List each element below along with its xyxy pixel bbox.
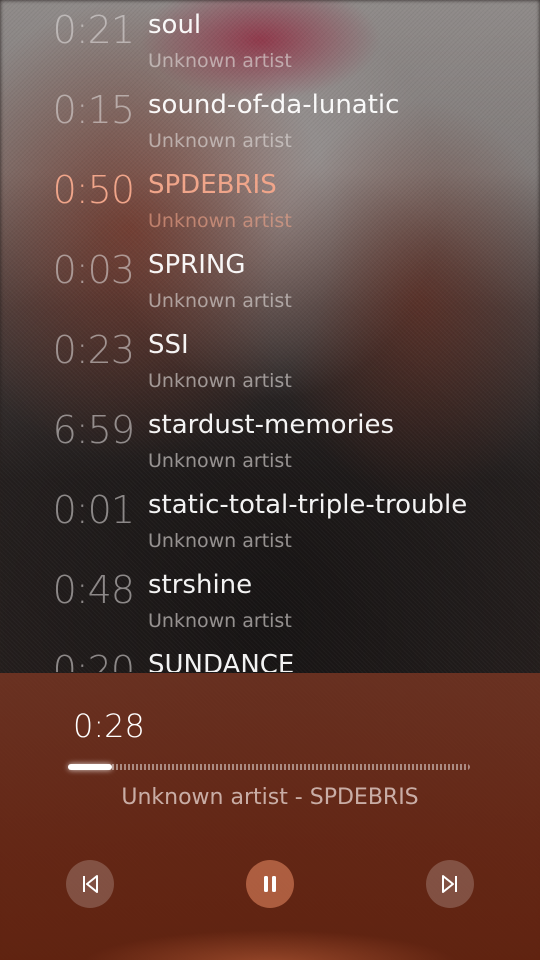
pause-icon [264, 876, 276, 892]
player-panel: 0:28 Unknown artist - SPDEBRIS [0, 673, 540, 960]
track-artist: Unknown artist [148, 50, 292, 72]
track-title: sound-of-da-lunatic [148, 90, 400, 120]
track-duration: 0:23 [52, 328, 135, 372]
progress-fill [68, 764, 113, 770]
track-title: stardust-memories [148, 410, 395, 440]
track-duration: 6:59 [52, 408, 135, 452]
media-player-screen: 0:21 soul Unknown artist 0:15 sound-of-d… [0, 0, 540, 960]
track-row[interactable]: 0:01 static-total-triple-trouble Unknown… [0, 472, 540, 552]
track-title: SUNDANCE [148, 650, 295, 672]
track-title: SSI [148, 330, 189, 360]
track-title: soul [148, 10, 202, 40]
elapsed-time: 0:28 [73, 707, 145, 745]
track-artist: Unknown artist [148, 370, 292, 392]
track-artist: Unknown artist [148, 290, 292, 312]
track-duration: 0:50 [52, 168, 135, 212]
track-list[interactable]: 0:21 soul Unknown artist 0:15 sound-of-d… [0, 0, 540, 672]
pause-button[interactable] [246, 860, 294, 908]
track-row[interactable]: 0:23 SSI Unknown artist [0, 312, 540, 392]
track-row[interactable]: 0:15 sound-of-da-lunatic Unknown artist [0, 72, 540, 152]
track-artist: Unknown artist [148, 610, 292, 632]
previous-button[interactable] [66, 860, 114, 908]
next-button[interactable] [426, 860, 474, 908]
track-row[interactable]: 0:03 SPRING Unknown artist [0, 232, 540, 312]
track-row[interactable]: 0:20 SUNDANCE [0, 632, 540, 672]
now-playing-label: Unknown artist - SPDEBRIS [121, 785, 419, 810]
track-artist: Unknown artist [148, 130, 292, 152]
track-row[interactable]: 6:59 stardust-memories Unknown artist [0, 392, 540, 472]
track-duration: 0:20 [52, 648, 135, 672]
skip-next-icon [442, 875, 457, 893]
track-duration: 0:21 [52, 8, 135, 52]
track-duration: 0:48 [52, 568, 135, 612]
track-row[interactable]: 0:21 soul Unknown artist [0, 0, 540, 72]
track-artist: Unknown artist [148, 530, 292, 552]
track-title: strshine [148, 570, 253, 600]
track-duration: 0:15 [52, 88, 135, 132]
track-duration: 0:01 [52, 488, 135, 532]
progress-slider[interactable] [68, 764, 470, 770]
track-title: static-total-triple-trouble [148, 490, 468, 520]
track-title: SPRING [148, 250, 246, 280]
track-artist: Unknown artist [148, 450, 292, 472]
track-row[interactable]: 0:48 strshine Unknown artist [0, 552, 540, 632]
track-row-now-playing[interactable]: 0:50 SPDEBRIS Unknown artist [0, 152, 540, 232]
track-title: SPDEBRIS [148, 170, 277, 200]
track-artist: Unknown artist [148, 210, 292, 232]
skip-previous-icon [83, 875, 98, 893]
track-duration: 0:03 [52, 248, 135, 292]
